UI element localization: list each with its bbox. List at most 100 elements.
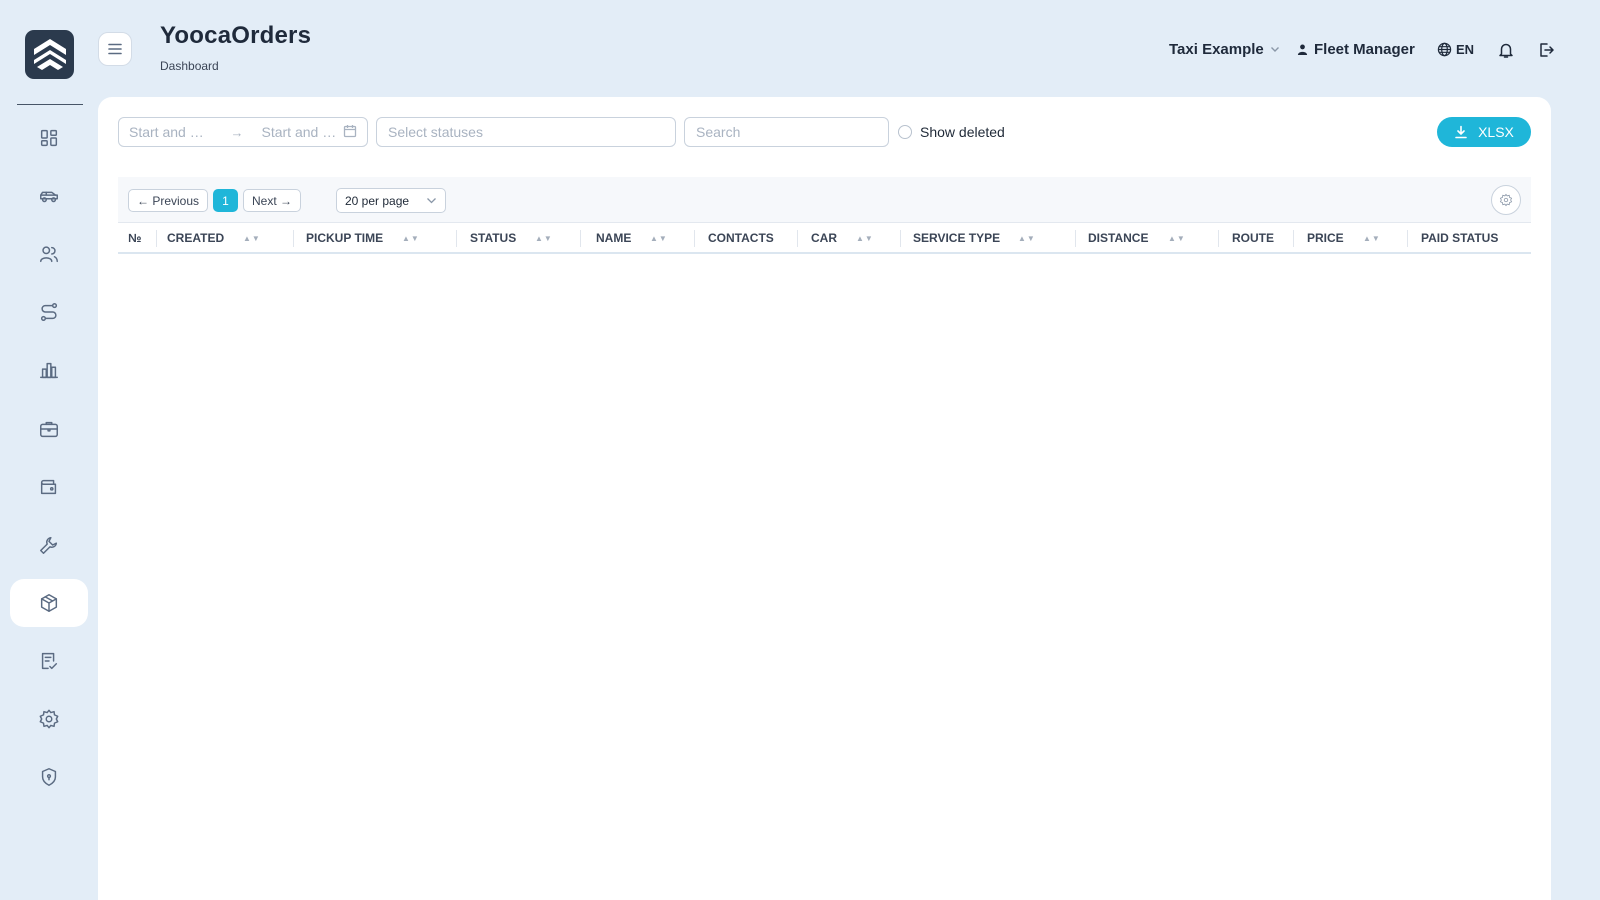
- notifications-button[interactable]: [1495, 39, 1517, 61]
- export-xlsx-button[interactable]: XLSX: [1437, 117, 1531, 147]
- language-selector[interactable]: EN: [1437, 38, 1474, 60]
- table-settings-button[interactable]: [1491, 185, 1521, 215]
- route-icon: [40, 303, 58, 321]
- gear-icon: [1499, 193, 1513, 207]
- sidebar-item-reports[interactable]: [10, 346, 88, 394]
- column-divider: [456, 230, 457, 247]
- per-page-select[interactable]: 20 per page: [336, 188, 446, 213]
- end-date-input[interactable]: Start and E…: [262, 124, 344, 140]
- sort-icon[interactable]: ▲▼: [535, 234, 553, 243]
- dashboard-icon: [40, 129, 58, 147]
- car-icon: [40, 191, 58, 203]
- sidebar-item-wallet[interactable]: [10, 463, 88, 511]
- sort-icon[interactable]: ▲▼: [1018, 234, 1036, 243]
- per-page-value: 20 per page: [345, 193, 410, 208]
- sidebar-item-orders[interactable]: [10, 579, 88, 627]
- start-date-input[interactable]: Start and E…: [129, 124, 211, 140]
- show-deleted-label: Show deleted: [920, 124, 1005, 140]
- column-label: CREATED: [167, 231, 225, 245]
- column-header-price[interactable]: PRICE ▲▼: [1307, 231, 1380, 245]
- column-label: DISTANCE: [1088, 231, 1149, 245]
- logout-button[interactable]: [1535, 39, 1557, 61]
- column-header-name[interactable]: NAME ▲▼: [596, 231, 667, 245]
- sidebar-item-cars[interactable]: [10, 172, 88, 220]
- column-label: №: [128, 231, 142, 245]
- bar-chart-icon: [40, 362, 58, 379]
- column-header-route: ROUTE: [1232, 231, 1274, 245]
- user-role[interactable]: Fleet Manager: [1297, 38, 1415, 60]
- column-divider: [694, 230, 695, 247]
- users-icon: [40, 246, 58, 263]
- breadcrumb[interactable]: Dashboard: [160, 59, 219, 73]
- sidebar-item-tasks[interactable]: [10, 637, 88, 685]
- export-label: XLSX: [1478, 124, 1514, 140]
- column-header-status[interactable]: STATUS ▲▼: [470, 231, 552, 245]
- page-title: YoocaOrders: [160, 22, 312, 49]
- column-divider: [580, 230, 581, 247]
- sidebar-divider: [17, 104, 83, 105]
- column-divider: [797, 230, 798, 247]
- sidebar-item-dashboard[interactable]: [10, 114, 88, 162]
- status-select[interactable]: Select statuses: [376, 117, 676, 147]
- chevron-down-icon: [427, 198, 436, 204]
- column-label: SERVICE TYPE: [913, 231, 1001, 245]
- column-divider: [1218, 230, 1219, 247]
- pagination-bar: ← Previous 1 Next → 20 per page: [118, 177, 1531, 223]
- column-header-car[interactable]: CAR ▲▼: [811, 231, 873, 245]
- app-logo[interactable]: [25, 30, 74, 79]
- shield-icon: [41, 768, 57, 786]
- range-arrow-icon: →: [230, 124, 244, 140]
- package-icon: [40, 594, 58, 612]
- sidebar-item-maintenance[interactable]: [10, 521, 88, 569]
- sort-icon[interactable]: ▲▼: [402, 234, 420, 243]
- sidebar-item-security[interactable]: [10, 753, 88, 801]
- column-header-service-type[interactable]: SERVICE TYPE ▲▼: [913, 231, 1035, 245]
- search-input[interactable]: Search: [684, 117, 889, 147]
- sidebar-item-users[interactable]: [10, 230, 88, 278]
- show-deleted-toggle[interactable]: Show deleted: [898, 124, 1005, 140]
- column-label: CAR: [811, 231, 837, 245]
- table-header: № CREATED ▲▼ PICKUP TIME ▲▼ STATUS ▲▼ NAME ▲…: [118, 223, 1531, 254]
- sort-icon[interactable]: ▲▼: [1168, 234, 1186, 243]
- wrench-icon: [40, 536, 58, 554]
- column-label: PAID STATUS: [1421, 231, 1499, 245]
- bell-icon: [1499, 43, 1513, 58]
- logo-chevrons-icon: [33, 38, 66, 70]
- sidebar-item-settings[interactable]: [10, 695, 88, 743]
- show-deleted-radio[interactable]: [898, 125, 912, 139]
- company-name: Taxi Example: [1169, 40, 1264, 58]
- next-page-button[interactable]: Next →: [243, 189, 301, 212]
- column-divider: [1407, 230, 1408, 247]
- column-divider: [900, 230, 901, 247]
- column-label: PRICE: [1307, 231, 1344, 245]
- page-1-button[interactable]: 1: [213, 189, 238, 212]
- sort-icon[interactable]: ▲▼: [243, 234, 261, 243]
- wallet-icon: [40, 479, 57, 495]
- sidebar-item-jobs[interactable]: [10, 405, 88, 453]
- sort-icon[interactable]: ▲▼: [650, 234, 668, 243]
- previous-page-button[interactable]: ← Previous: [128, 189, 208, 212]
- date-range-picker[interactable]: Start and E… → Start and E…: [118, 117, 368, 147]
- hamburger-icon: [108, 43, 122, 55]
- orders-panel: Start and E… → Start and E… Select statu…: [98, 97, 1551, 900]
- column-header-created[interactable]: CREATED ▲▼: [167, 231, 260, 245]
- sidebar: [0, 0, 98, 900]
- company-selector[interactable]: Taxi Example: [1169, 38, 1280, 60]
- sort-icon[interactable]: ▲▼: [1363, 234, 1381, 243]
- column-header-number: №: [128, 231, 141, 245]
- chevron-down-icon: [1270, 47, 1279, 52]
- column-label: STATUS: [470, 231, 517, 245]
- column-label: PICKUP TIME: [306, 231, 384, 245]
- logout-icon: [1540, 43, 1554, 57]
- sort-icon[interactable]: ▲▼: [856, 234, 874, 243]
- globe-icon: [1437, 42, 1452, 56]
- orders-table: ← Previous 1 Next → 20 per page № CREATE…: [118, 177, 1531, 254]
- checklist-icon: [41, 652, 58, 670]
- column-header-distance[interactable]: DISTANCE ▲▼: [1088, 231, 1185, 245]
- briefcase-icon: [40, 421, 58, 438]
- sidebar-item-routes[interactable]: [10, 288, 88, 336]
- menu-toggle-button[interactable]: [98, 32, 132, 66]
- column-header-pickup-time[interactable]: PICKUP TIME ▲▼: [306, 231, 419, 245]
- filter-bar: Start and E… → Start and E… Select statu…: [118, 117, 1531, 147]
- download-icon: [1455, 125, 1467, 139]
